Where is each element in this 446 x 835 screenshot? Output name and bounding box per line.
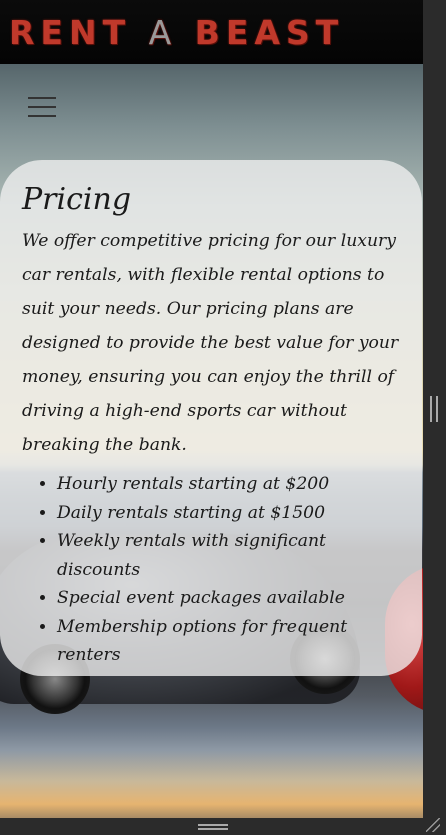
pricing-card: Pricing We offer competitive pricing for… [0, 160, 422, 676]
logo-word-rent: RENT [9, 12, 132, 52]
list-item: Daily rentals starting at $1500 [57, 499, 412, 528]
pricing-list: Hourly rentals starting at $200 Daily re… [22, 470, 412, 670]
resize-corner-icon[interactable] [426, 818, 440, 832]
pricing-description: We offer competitive pricing for our lux… [22, 231, 399, 455]
horizontal-resize-grip-icon[interactable] [198, 824, 228, 830]
site-header: RENT A BEAST [0, 0, 423, 64]
site-logo[interactable]: RENT A BEAST [9, 13, 344, 52]
list-item: Special event packages available [57, 584, 412, 613]
pricing-title: Pricing [22, 182, 132, 217]
list-item: Weekly rentals with significant discount… [57, 527, 412, 584]
list-item: Hourly rentals starting at $200 [57, 470, 412, 499]
vertical-resize-grip-icon[interactable] [430, 396, 438, 422]
logo-word-a: A [148, 12, 178, 52]
logo-word-beast: BEAST [194, 12, 345, 52]
page-viewport: RENT A BEAST Pricing We offer competitiv… [0, 0, 423, 835]
hamburger-menu-icon[interactable] [28, 95, 58, 119]
list-item: Membership options for frequent renters [57, 613, 412, 670]
